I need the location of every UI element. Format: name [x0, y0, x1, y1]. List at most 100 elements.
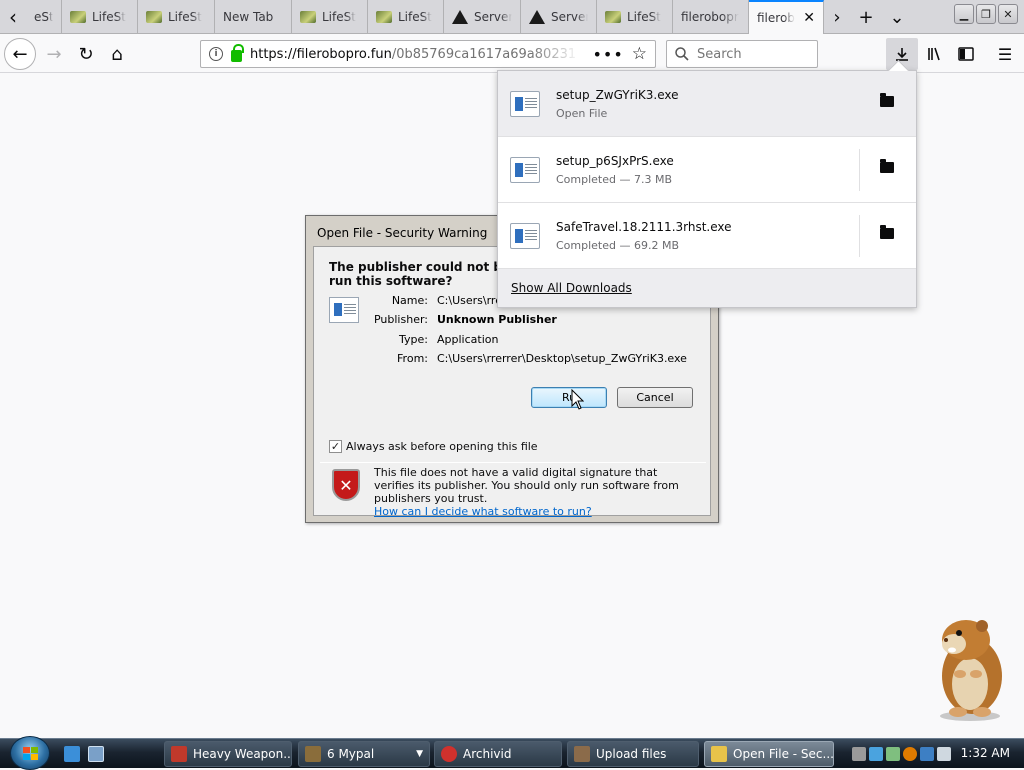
app-icon — [305, 746, 321, 762]
tab[interactable]: LifeSt — [138, 0, 215, 34]
tab[interactable]: LifeSt — [368, 0, 444, 34]
show-in-folder-icon[interactable] — [880, 225, 894, 239]
network-icon[interactable] — [920, 747, 934, 761]
tray-icon[interactable] — [886, 747, 900, 761]
download-status: Completed — 7.3 MB — [556, 173, 673, 186]
show-in-folder-icon[interactable] — [880, 159, 894, 173]
image-favicon-icon — [376, 11, 392, 23]
close-window-icon[interactable]: ✕ — [998, 4, 1018, 24]
start-button[interactable] — [10, 736, 50, 770]
checkbox-label: Always ask before opening this file — [346, 440, 538, 453]
page-actions-icon[interactable]: ••• — [592, 45, 623, 64]
download-filename: setup_ZwGYriK3.exe — [556, 88, 679, 102]
tab[interactable]: LifeSt — [597, 0, 673, 34]
search-tray-icon[interactable] — [903, 747, 917, 761]
cancel-button[interactable]: Cancel — [617, 387, 693, 408]
volume-muted-icon[interactable] — [937, 747, 951, 761]
clock[interactable]: 1:32 AM — [961, 746, 1010, 760]
search-bar[interactable] — [666, 40, 818, 68]
download-item[interactable]: setup_ZwGYriK3.exe Open File — [498, 71, 916, 137]
forward-icon[interactable]: → — [38, 38, 70, 70]
taskbar-button-group[interactable]: 6 Mypal ▼ — [298, 741, 430, 767]
sidebar-icon[interactable] — [950, 38, 982, 70]
show-desktop-icon[interactable] — [88, 746, 104, 762]
run-button[interactable]: Ru — [531, 387, 607, 408]
tab[interactable]: filerobopr — [673, 0, 749, 34]
tab[interactable]: Server — [521, 0, 597, 34]
lock-icon[interactable] — [231, 44, 244, 62]
taskbar-button[interactable]: Archivid — [434, 741, 562, 767]
tab-title: Server — [551, 10, 588, 24]
app-icon — [711, 746, 727, 762]
tab-active[interactable]: filerob ✕ — [749, 0, 824, 34]
executable-file-icon — [510, 223, 540, 249]
field-label: Name: — [391, 294, 428, 307]
tab-title: LifeSt — [168, 10, 202, 24]
url-path: /0b85769ca1617a69a80231 — [391, 46, 577, 62]
image-favicon-icon — [70, 11, 86, 23]
taskbar-button-label: Archivid — [463, 747, 512, 761]
taskbar-button[interactable]: Upload files — [567, 741, 699, 767]
download-filename: setup_p6SJxPrS.exe — [556, 154, 674, 168]
taskbar-button[interactable]: Heavy Weapon... — [164, 741, 292, 767]
library-icon[interactable] — [918, 38, 950, 70]
executable-file-icon — [510, 91, 540, 117]
minimize-icon[interactable]: ▁ — [954, 4, 974, 24]
show-all-label: Show All Downloads — [511, 281, 632, 295]
warning-icon — [529, 10, 545, 24]
taskbar-button-active[interactable]: Open File - Sec... — [704, 741, 834, 767]
show-in-folder-icon[interactable] — [880, 93, 894, 107]
taskbar-button-label: Upload files — [596, 747, 667, 761]
warning-icon — [452, 10, 468, 24]
back-icon[interactable]: ← — [4, 38, 36, 70]
tab-title: eSty — [34, 10, 53, 24]
download-item[interactable]: setup_p6SJxPrS.exe Completed — 7.3 MB — [498, 137, 916, 203]
url-text[interactable]: https://filerobopro.fun/0b85769ca1617a69… — [250, 47, 580, 62]
dropdown-arrow-icon: ▼ — [416, 749, 423, 759]
image-favicon-icon — [300, 11, 316, 23]
divider — [320, 462, 706, 463]
download-status: Open File — [556, 107, 608, 120]
app-icon — [441, 746, 457, 762]
downloads-panel: setup_ZwGYriK3.exe Open File setup_p6SJx… — [497, 70, 917, 308]
reload-icon[interactable]: ↻ — [70, 38, 102, 70]
navigation-toolbar: ← → ↻ ⌂ i https://filerobopro.fun/0b8576… — [0, 35, 1024, 73]
field-value: C:\Users\rrerrer\Desktop\setup_ZwGYriK3.… — [437, 352, 687, 365]
app-icon — [171, 746, 187, 762]
site-info-icon[interactable]: i — [209, 47, 223, 61]
restore-icon[interactable]: ❐ — [976, 4, 996, 24]
tab[interactable]: eSty — [26, 0, 62, 34]
tray-icon[interactable] — [869, 747, 883, 761]
download-status: Completed — 69.2 MB — [556, 239, 680, 252]
window-controls: ▁ ❐ ✕ — [954, 4, 1018, 24]
field-label: Publisher: — [373, 313, 428, 326]
taskbar-button-label: 6 Mypal — [327, 747, 375, 761]
tab[interactable]: LifeSt — [62, 0, 138, 34]
list-all-tabs-icon[interactable]: ⌄ — [882, 0, 912, 34]
download-filename: SafeTravel.18.2111.3rhst.exe — [556, 220, 732, 234]
checkbox-checked-icon[interactable]: ✓ — [329, 440, 342, 453]
home-icon[interactable]: ⌂ — [101, 38, 133, 70]
menu-icon[interactable]: ☰ — [989, 38, 1021, 70]
show-all-downloads-button[interactable]: Show All Downloads — [498, 269, 916, 307]
tab-title: New Tab — [223, 10, 274, 24]
search-icon — [675, 47, 689, 61]
tray-icon[interactable] — [852, 747, 866, 761]
taskbar-button-label: Heavy Weapon... — [193, 747, 292, 761]
new-tab-icon[interactable]: + — [851, 0, 881, 34]
tab[interactable]: Server — [444, 0, 521, 34]
bookmark-star-icon[interactable]: ☆ — [632, 44, 647, 64]
internet-explorer-icon[interactable] — [64, 746, 80, 762]
tab-new-tab[interactable]: New Tab — [215, 0, 292, 34]
download-item[interactable]: SafeTravel.18.2111.3rhst.exe Completed —… — [498, 203, 916, 269]
search-input[interactable] — [695, 45, 805, 63]
tab-title: filerob — [757, 11, 795, 25]
tab[interactable]: LifeSt — [292, 0, 368, 34]
tab-title: LifeSt — [92, 10, 126, 24]
url-bar[interactable]: i https://filerobopro.fun/0b85769ca1617a… — [200, 40, 656, 68]
close-tab-icon[interactable]: ✕ — [803, 10, 815, 26]
always-ask-checkbox[interactable]: ✓ Always ask before opening this file — [329, 440, 538, 453]
help-link[interactable]: How can I decide what software to run? — [374, 505, 592, 518]
scroll-tabs-right-icon[interactable]: › — [822, 0, 852, 34]
scroll-tabs-left-icon[interactable]: ‹ — [0, 0, 26, 34]
